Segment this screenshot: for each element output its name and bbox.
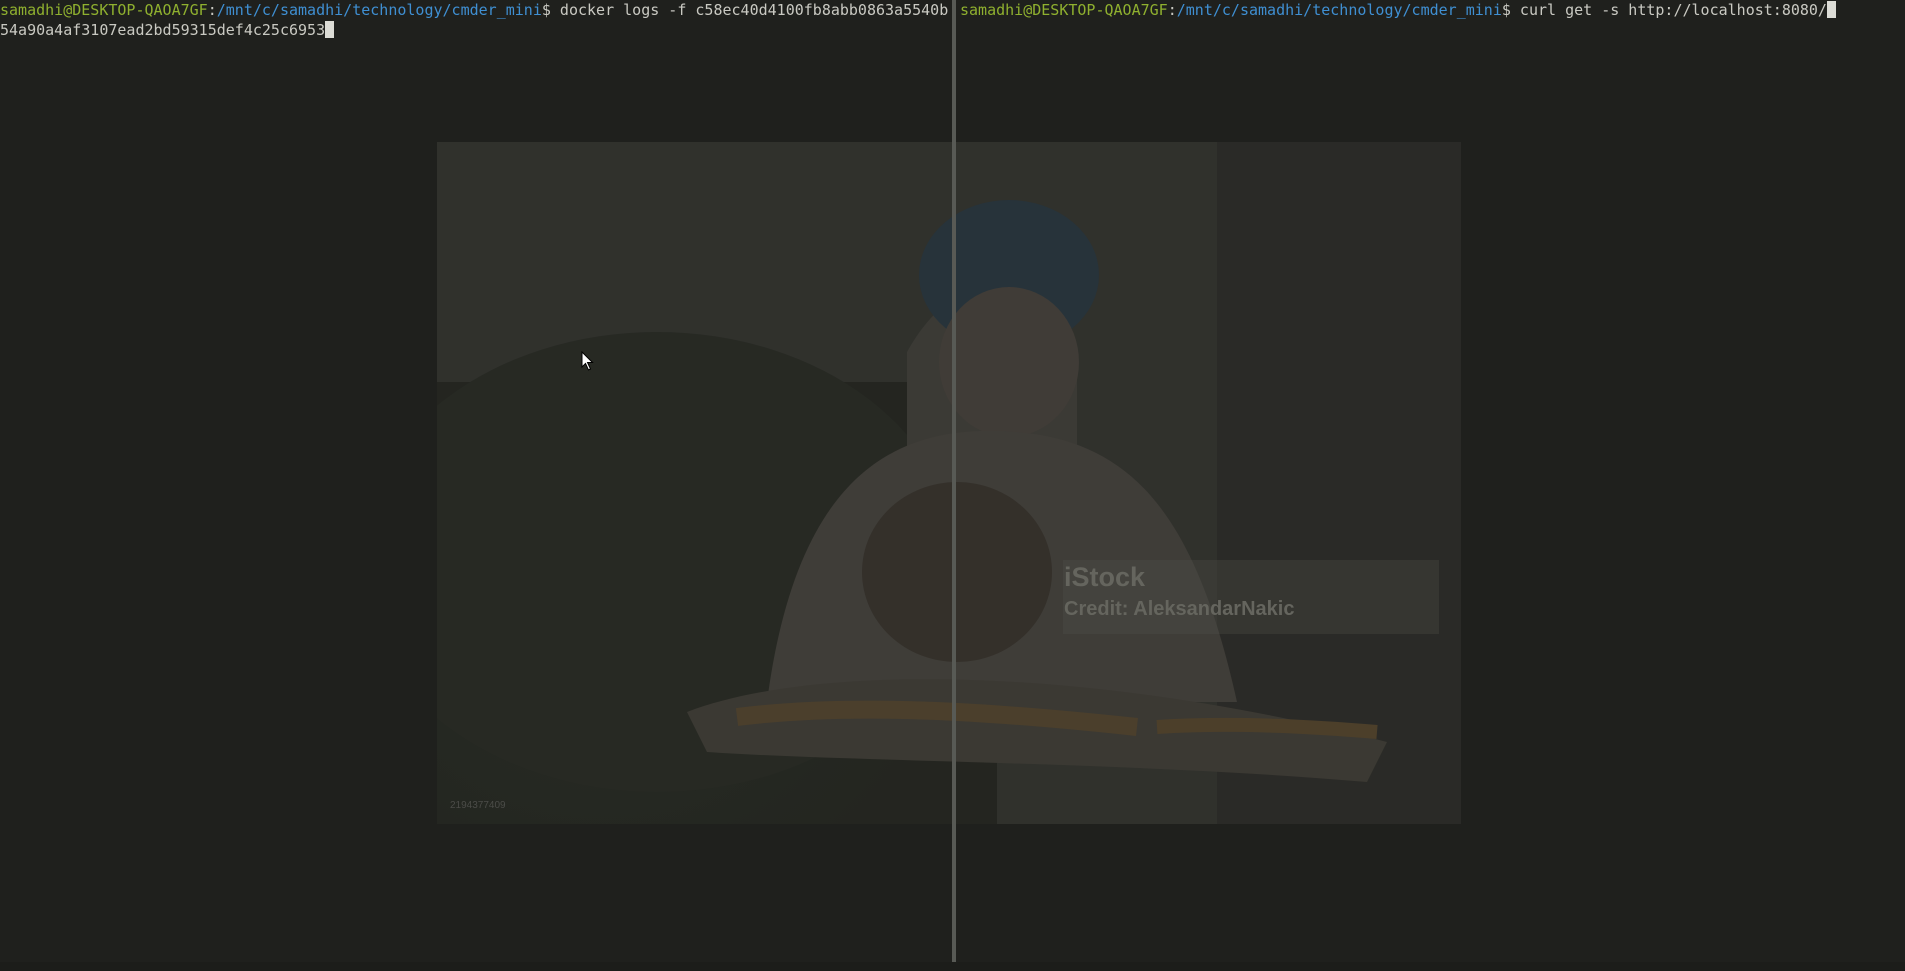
current-directory: /mnt/c/samadhi/technology/cmder_mini: [1176, 1, 1502, 19]
text-cursor: [325, 21, 335, 38]
command-text: curl get -s http://localhost:8080/: [1510, 1, 1827, 19]
separator: :: [207, 1, 217, 19]
status-bar: [0, 962, 1905, 971]
terminal-window: samadhi@DESKTOP-QAOA7GF:/mnt/c/samadhi/t…: [0, 0, 1905, 971]
user-host: samadhi@DESKTOP-QAOA7GF: [960, 1, 1168, 19]
command-output: 54a90a4af3107ead2bd59315def4c25c6953: [0, 21, 326, 39]
photo-illustration: [437, 142, 1461, 824]
prompt-symbol: $: [1501, 1, 1511, 19]
command-output-line: 54a90a4af3107ead2bd59315def4c25c6953: [0, 20, 952, 40]
faded-photo-overlay: iStock Credit: AleksandarNakic 219437740…: [437, 142, 1461, 824]
command-text: docker logs -f c58ec40d4100fb8abb0863a55…: [550, 1, 949, 19]
watermark-brand: iStock: [1064, 562, 1146, 592]
user-host: samadhi@DESKTOP-QAOA7GF: [0, 1, 208, 19]
watermark-credit: Credit: AleksandarNakic: [1064, 598, 1295, 620]
image-id-label: 2194377409: [450, 800, 506, 811]
mouse-pointer-icon: [581, 350, 595, 376]
pane-splitter[interactable]: [952, 0, 956, 971]
text-cursor: [1826, 1, 1836, 18]
prompt-line: samadhi@DESKTOP-QAOA7GF:/mnt/c/samadhi/t…: [960, 0, 1905, 20]
current-directory: /mnt/c/samadhi/technology/cmder_mini: [216, 1, 542, 19]
prompt-line: samadhi@DESKTOP-QAOA7GF:/mnt/c/samadhi/t…: [0, 0, 952, 20]
separator: :: [1167, 1, 1177, 19]
prompt-symbol: $: [541, 1, 551, 19]
